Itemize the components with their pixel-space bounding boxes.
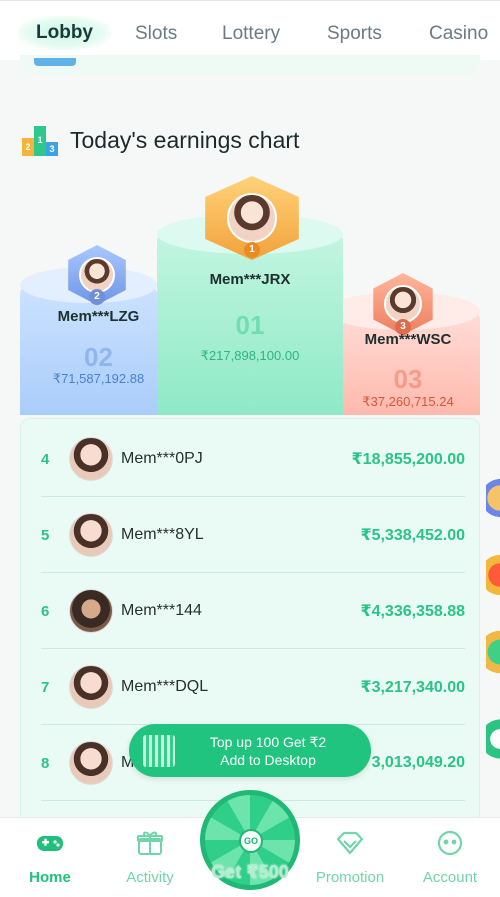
previous-section-accent <box>34 58 76 66</box>
rank-number: 5 <box>41 526 50 544</box>
rank-number: 8 <box>41 754 50 772</box>
list-item: 6 Mem***144 ₹4,336,358.88 <box>21 573 481 649</box>
top-up-add-to-desktop-button[interactable]: Top up 100 Get ₹2 Add to Desktop <box>129 724 371 777</box>
list-item: 5 Mem***8YL ₹5,338,452.00 <box>21 497 481 573</box>
diamond-icon <box>336 831 364 855</box>
rank-number: 2 <box>89 289 105 305</box>
second-place-badge: 2 <box>65 245 129 305</box>
podium-icon: 2 1 3 <box>22 124 60 156</box>
third-place-amount: ₹37,260,715.24 <box>362 394 454 409</box>
nav-label: Promotion <box>315 869 385 886</box>
podium-icon-bar-1: 1 <box>34 126 46 156</box>
side-float-icon-2[interactable] <box>486 545 500 605</box>
wheel-reward-label[interactable]: Get ₹500 <box>200 862 300 883</box>
avatar <box>69 589 113 633</box>
earnings-amount: ₹18,855,200.00 <box>351 451 465 468</box>
second-place-amount: ₹71,587,192.88 <box>52 371 145 386</box>
second-place-rank-watermark: 02 <box>84 342 113 372</box>
list-item: 4 Mem***0PJ ₹18,855,200.00 <box>21 421 481 497</box>
nav-label: Activity <box>126 869 174 886</box>
first-place-amount: ₹217,898,100.00 <box>200 348 300 363</box>
avatar <box>69 437 113 481</box>
rank-number: 4 <box>41 450 50 468</box>
rank-number: 6 <box>41 602 50 620</box>
nav-home[interactable]: Home <box>5 830 95 886</box>
third-place-badge: 3 <box>370 273 436 335</box>
gift-icon <box>137 831 163 855</box>
avatar <box>69 513 113 557</box>
account-face-icon <box>437 830 463 856</box>
qr-code-icon <box>143 735 175 767</box>
top-up-text: Top up 100 Get ₹2 Add to Desktop <box>193 733 343 769</box>
earnings-chart-header: 2 1 3 Today's earnings chart <box>22 124 299 156</box>
tab-lobby[interactable]: Lobby <box>18 16 111 50</box>
side-float-icon-4[interactable] <box>486 710 500 768</box>
user-name: Mem***8YL <box>121 526 204 543</box>
first-place-badge: 1 <box>200 176 304 260</box>
earnings-amount: ₹5,338,452.00 <box>360 527 465 544</box>
user-name: Mem***0PJ <box>121 450 203 467</box>
earnings-amount: 3,013,049.20 <box>371 754 465 771</box>
third-place-rank-watermark: 03 <box>393 364 423 394</box>
user-name: Mem***DQL <box>121 678 209 695</box>
top-up-offer: Top up 100 Get ₹2 <box>209 733 327 750</box>
tab-lottery[interactable]: Lottery <box>222 23 280 45</box>
third-place-name: Mem***WSC <box>364 331 452 348</box>
avatar <box>227 193 277 243</box>
gamepad-icon <box>37 836 63 851</box>
avatar <box>69 741 113 785</box>
earnings-amount: ₹3,217,340.00 <box>360 679 465 696</box>
avatar <box>69 665 113 709</box>
tab-sports[interactable]: Sports <box>327 23 382 45</box>
user-name: Mem***144 <box>121 602 202 619</box>
nav-activity[interactable]: Activity <box>105 830 195 886</box>
avatar <box>79 257 115 293</box>
top-tab-bar: Lobby Slots Lottery Sports Casino <box>0 0 500 60</box>
side-float-icon-3[interactable] <box>486 620 500 684</box>
podium-icon-bar-3: 3 <box>46 142 58 156</box>
tab-casino[interactable]: Casino <box>429 23 488 45</box>
nav-label: Home <box>29 869 71 886</box>
earnings-amount: ₹4,336,358.88 <box>360 603 465 620</box>
tab-slots[interactable]: Slots <box>135 23 177 45</box>
nav-account[interactable]: Account <box>405 830 495 886</box>
previous-section-edge <box>20 55 480 75</box>
rank-number: 1 <box>244 242 260 258</box>
nav-label: Account <box>422 869 478 886</box>
rank-number: 7 <box>41 678 50 696</box>
first-place-name: Mem***JRX <box>209 271 291 288</box>
nav-promotion[interactable]: Promotion <box>305 830 395 886</box>
list-item: 7 Mem***DQL ₹3,217,340.00 <box>21 649 481 725</box>
podium-icon-bar-2: 2 <box>22 138 34 156</box>
second-place-name: Mem***LZG <box>57 308 140 325</box>
first-place-rank-watermark: 01 <box>235 310 265 340</box>
section-title: Today's earnings chart <box>70 126 300 153</box>
go-label: GO <box>239 829 263 853</box>
side-float-icon-1[interactable] <box>486 470 500 526</box>
avatar <box>384 285 422 323</box>
add-to-desktop-label: Add to Desktop <box>220 751 316 768</box>
